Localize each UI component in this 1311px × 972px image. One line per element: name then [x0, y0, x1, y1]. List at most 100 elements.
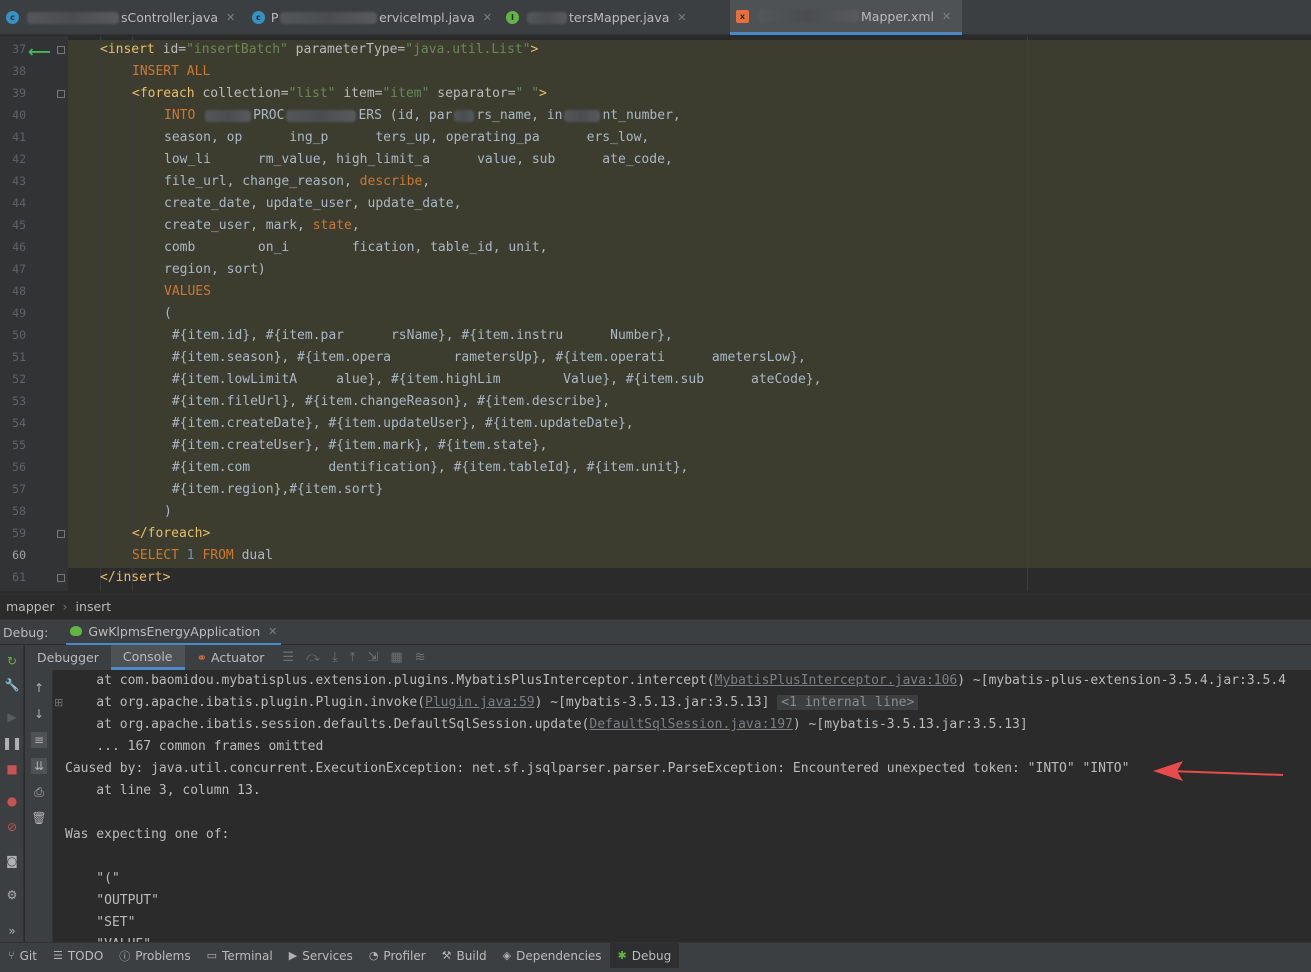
console-output[interactable]: at com.baomidou.mybatisplus.extension.pl…: [54, 670, 1311, 942]
tool-debug[interactable]: ✱ Debug: [609, 942, 680, 969]
code-line-37: <insert id="insertBatch" parameterType="…: [100, 42, 539, 57]
tab-mapper-xml[interactable]: x Mapper.xml ✕: [730, 0, 962, 35]
breadcrumb: mapper › insert: [0, 594, 1311, 618]
editor-tab-bar: c sController.java ✕ c P erviceImpl.java…: [0, 0, 1311, 35]
tab-actuator[interactable]: ⚭ Actuator: [185, 645, 277, 670]
line-number: 59: [12, 526, 26, 540]
close-icon[interactable]: ✕: [226, 11, 235, 24]
gear-icon[interactable]: ⚙: [4, 887, 20, 903]
breadcrumb-item[interactable]: insert: [76, 599, 112, 614]
tab-debugger[interactable]: Debugger: [25, 645, 111, 670]
fold-marker-icon[interactable]: [57, 90, 65, 98]
close-icon[interactable]: ✕: [942, 10, 951, 23]
code-line-60: SELECT 1 FROM dual: [132, 548, 273, 563]
line-number: 56: [12, 460, 26, 474]
tab-controller[interactable]: c sController.java ✕: [0, 0, 246, 35]
step-out-icon[interactable]: ⤒: [350, 650, 356, 665]
pause-icon[interactable]: ❚❚: [2, 735, 22, 751]
code-line-53: #{item.fileUrl}, #{item.changeReason}, #…: [164, 394, 611, 409]
console-line: at com.baomidou.mybatisplus.extension.pl…: [65, 673, 1286, 688]
expand-icon[interactable]: »: [4, 923, 20, 939]
actuator-icon: ⚭: [196, 650, 207, 665]
tab-label: sController.java: [121, 10, 219, 25]
redacted-text: [280, 11, 378, 24]
tab-console[interactable]: Console: [110, 645, 185, 670]
soft-wrap-icon[interactable]: ≡: [31, 732, 47, 748]
expand-fold-icon[interactable]: ⊞: [54, 696, 63, 709]
tool-profiler[interactable]: ◔ Profiler: [361, 943, 434, 969]
code-line-48: VALUES: [164, 284, 211, 299]
fold-marker-icon[interactable]: [57, 46, 65, 54]
line-number: 57: [12, 482, 26, 496]
code-line-59: </foreach>: [132, 526, 211, 541]
breadcrumb-item[interactable]: mapper: [6, 599, 55, 614]
tab-label: erviceImpl.java: [379, 10, 475, 25]
console-line: "SET": [65, 915, 136, 930]
line-number: 44: [12, 196, 26, 210]
tool-build[interactable]: ⚒ Build: [434, 943, 495, 969]
close-icon[interactable]: ✕: [268, 625, 277, 638]
code-line-41: season, op ing_p ters_up, operating_pa e…: [164, 130, 650, 145]
tool-git[interactable]: ⑂ Git: [0, 943, 45, 969]
close-icon[interactable]: ✕: [677, 11, 686, 24]
fold-marker-icon[interactable]: [57, 574, 65, 582]
chevron-right-icon: ›: [62, 599, 68, 614]
stacktrace-link[interactable]: Plugin.java:59: [425, 695, 535, 710]
code-line-58: ): [164, 504, 172, 519]
class-icon: c: [6, 11, 19, 24]
menu-icon[interactable]: ☰: [282, 650, 294, 665]
code-line-55: #{item.createUser}, #{item.mark}, #{item…: [164, 438, 548, 453]
step-over-icon[interactable]: ⤼: [306, 650, 320, 665]
close-icon[interactable]: ✕: [483, 11, 492, 24]
fold-marker-icon[interactable]: [57, 530, 65, 538]
run-config-tab[interactable]: GwKlpmsEnergyApplication ✕: [66, 620, 282, 645]
camera-icon[interactable]: ◙: [4, 853, 20, 869]
scroll-to-end-icon[interactable]: ⇊: [31, 758, 47, 774]
run-config-label: GwKlpmsEnergyApplication: [88, 623, 261, 639]
tab-service-impl[interactable]: c P erviceImpl.java ✕: [246, 0, 500, 35]
redacted-text: [527, 11, 567, 24]
settings-wrench-icon[interactable]: 🔧: [4, 677, 20, 693]
line-number: 43: [12, 174, 26, 188]
line-number: 50: [12, 328, 26, 342]
annotation-arrow-icon: [1153, 761, 1284, 781]
git-icon: ⑂: [8, 949, 15, 962]
arrow-left-icon[interactable]: ⟵: [28, 42, 51, 61]
redacted-text: [27, 11, 119, 24]
tab-label-prefix: P: [270, 10, 279, 25]
print-icon[interactable]: ⎙: [31, 784, 47, 800]
rerun-icon[interactable]: ↻: [4, 653, 20, 669]
services-icon: ▶: [288, 949, 298, 962]
line-number: 58: [12, 504, 26, 518]
tool-todo[interactable]: ☰ TODO: [45, 943, 111, 969]
line-number: 37: [12, 42, 26, 56]
arrow-down-icon[interactable]: ↓: [31, 706, 47, 722]
view-breakpoints-icon[interactable]: ●: [4, 793, 20, 809]
line-number: 38: [12, 64, 26, 78]
tab-mapper-java[interactable]: I tersMapper.java ✕: [500, 0, 730, 35]
tool-terminal[interactable]: ▭ Terminal: [199, 943, 281, 969]
code-line-57: #{item.region},#{item.sort}: [164, 482, 384, 497]
tool-dependencies[interactable]: ◈ Dependencies: [495, 943, 610, 969]
dependencies-icon: ◈: [502, 949, 512, 962]
console-line-caused-by: Caused by: java.util.concurrent.Executio…: [65, 761, 1130, 776]
tool-problems[interactable]: ⓘ Problems: [111, 943, 198, 969]
resume-icon[interactable]: ▶: [4, 709, 20, 725]
run-to-cursor-icon[interactable]: ⇲: [367, 650, 378, 665]
internal-lines-fold[interactable]: <1 internal line>: [777, 695, 919, 710]
stacktrace-link[interactable]: MybatisPlusInterceptor.java:106: [715, 673, 958, 688]
stacktrace-link[interactable]: DefaultSqlSession.java:197: [589, 717, 793, 732]
step-into-icon[interactable]: ⤓: [332, 650, 338, 665]
mute-breakpoints-icon[interactable]: ⊘: [4, 819, 20, 835]
evaluate-icon[interactable]: ▦: [390, 650, 402, 665]
line-number: 48: [12, 284, 26, 298]
console-line: at line 3, column 13.: [65, 783, 261, 798]
stop-icon[interactable]: ■: [4, 761, 20, 777]
arrow-up-icon[interactable]: ↑: [31, 680, 47, 696]
code-editor[interactable]: ⟵ 37 38 39 40 41 42 43 44 45 46 47 48 49 50 51 52 53 54 55…: [0, 36, 1311, 591]
tool-services[interactable]: ▶ Services: [281, 943, 361, 969]
line-number: 51: [12, 350, 26, 364]
code-line-40: INTO PROC ERS (id, par rs_name, in nt_numbe…: [164, 108, 681, 123]
trash-icon[interactable]: 🗑: [31, 810, 47, 826]
trace-icon[interactable]: ≋: [415, 650, 426, 665]
